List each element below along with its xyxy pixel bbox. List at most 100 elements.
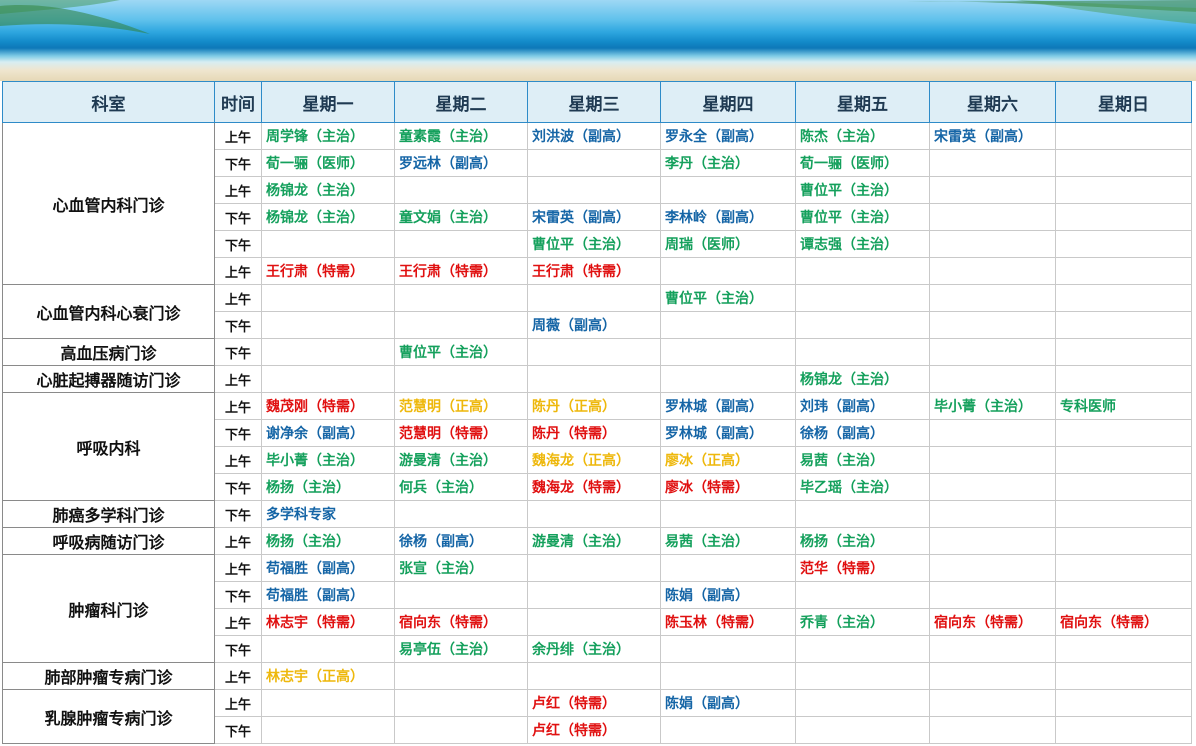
- schedule-cell: 魏海龙（正高）: [527, 446, 661, 474]
- schedule-cell: 谢净余（副高）: [261, 419, 395, 447]
- schedule-cell: 专科医师: [1055, 392, 1192, 420]
- header-friday: 星期五: [795, 81, 930, 123]
- header-sunday: 星期日: [1055, 81, 1192, 123]
- schedule-cell: 宋雷英（副高）: [929, 122, 1056, 150]
- schedule-cell: [394, 176, 528, 204]
- time-slot: 上午: [214, 554, 262, 582]
- schedule-cell: [261, 311, 395, 339]
- schedule-cell: [527, 581, 661, 609]
- schedule-cell: 罗林城（副高）: [660, 392, 796, 420]
- schedule-cell: [795, 689, 930, 717]
- schedule-cell: 曹位平（主治）: [795, 176, 930, 204]
- table-row: 心脏起搏器随访门诊 上午 杨锦龙（主治）: [2, 365, 1192, 393]
- schedule-cell: 毕小菁（主治）: [261, 446, 395, 474]
- time-slot: 上午: [214, 446, 262, 474]
- schedule-cell: 徐杨（副高）: [795, 419, 930, 447]
- schedule-cell: 刘玮（副高）: [795, 392, 930, 420]
- schedule-cell: 陈丹（特需）: [527, 419, 661, 447]
- schedule-cell: 杨锦龙（主治）: [261, 176, 395, 204]
- table-row: 肺癌多学科门诊 下午 多学科专家: [2, 500, 1192, 528]
- schedule-cell: [929, 662, 1056, 690]
- schedule-cell: 乔青（主治）: [795, 608, 930, 636]
- schedule-cell: [394, 689, 528, 717]
- schedule-cell: 廖冰（特需）: [660, 473, 796, 501]
- schedule-cell: 王行肃（特需）: [527, 257, 661, 285]
- schedule-cell: 林志宇（正高）: [261, 662, 395, 690]
- schedule-cell: [1055, 284, 1192, 312]
- time-slot: 下午: [214, 716, 262, 744]
- time-slot: 下午: [214, 311, 262, 339]
- time-slot: 下午: [214, 338, 262, 366]
- schedule-cell: [660, 662, 796, 690]
- schedule-cell: [261, 635, 395, 663]
- schedule-cell: 苟福胜（副高）: [261, 581, 395, 609]
- table-row: 肿瘤科门诊 上午 苟福胜（副高） 张宣（主治） 范华（特需）: [2, 554, 1192, 663]
- schedule-cell: 宿向东（特需）: [929, 608, 1056, 636]
- schedule-cell: [929, 176, 1056, 204]
- schedule-cell: 魏茂刚（特需）: [261, 392, 395, 420]
- schedule-cell: [1055, 365, 1192, 393]
- schedule-cell: 杨扬（主治）: [261, 473, 395, 501]
- schedule-cell: [527, 365, 661, 393]
- schedule-cell: [527, 554, 661, 582]
- schedule-cell: 范慧明（正高）: [394, 392, 528, 420]
- schedule-cell: 宿向东（特需）: [394, 608, 528, 636]
- schedule-cell: [1055, 311, 1192, 339]
- schedule-cell: [1055, 689, 1192, 717]
- schedule-cell: 毕乙瑶（主治）: [795, 473, 930, 501]
- schedule-cell: [929, 338, 1056, 366]
- schedule-cell: [929, 203, 1056, 231]
- schedule-cell: [1055, 203, 1192, 231]
- schedule-cell: 游曼清（主治）: [394, 446, 528, 474]
- schedule-cell: 范华（特需）: [795, 554, 930, 582]
- schedule-cell: [795, 338, 930, 366]
- schedule-cell: [929, 635, 1056, 663]
- schedule-cell: [660, 365, 796, 393]
- schedule-cell: 宋雷英（副高）: [527, 203, 661, 231]
- schedule-cell: [527, 284, 661, 312]
- schedule-cell: [660, 500, 796, 528]
- schedule-cell: [795, 500, 930, 528]
- schedule-cell: [527, 662, 661, 690]
- schedule-cell: [527, 338, 661, 366]
- time-slot: 上午: [214, 257, 262, 285]
- palm-leaf-left-icon: [0, 0, 150, 34]
- schedule-cell: [660, 257, 796, 285]
- schedule-cell: [929, 527, 1056, 555]
- schedule-cell: [394, 365, 528, 393]
- schedule-cell: [929, 419, 1056, 447]
- palm-leaf-right-icon: [906, 0, 1196, 24]
- schedule-cell: [1055, 527, 1192, 555]
- schedule-cell: 范慧明（特需）: [394, 419, 528, 447]
- schedule-cell: [1055, 419, 1192, 447]
- department-name: 呼吸内科: [2, 392, 215, 501]
- schedule-cell: [261, 716, 395, 744]
- schedule-cell: 林志宇（特需）: [261, 608, 395, 636]
- time-slot: 下午: [214, 635, 262, 663]
- department-name: 心血管内科心衰门诊: [2, 284, 215, 339]
- schedule-cell: [1055, 176, 1192, 204]
- schedule-cell: [929, 311, 1056, 339]
- department-name: 肿瘤科门诊: [2, 554, 215, 663]
- schedule-cell: 曹位平（主治）: [394, 338, 528, 366]
- table-row: 呼吸内科 上午 魏茂刚（特需） 范慧明（正高） 陈丹（正高） 罗林城（副高） 刘玮（副高）毕…: [2, 392, 1192, 501]
- time-slot: 上午: [214, 689, 262, 717]
- header-row: 科室 时间 星期一 星期二 星期三 星期四 星期五 星期六 星期日: [2, 81, 1192, 123]
- schedule-cell: [1055, 122, 1192, 150]
- schedule-cell: [394, 284, 528, 312]
- schedule-cell: [1055, 716, 1192, 744]
- schedule-cell: 曹位平（主治）: [795, 203, 930, 231]
- schedule-cell: [394, 500, 528, 528]
- schedule-cell: 杨锦龙（主治）: [261, 203, 395, 231]
- schedule-cell: [394, 230, 528, 258]
- schedule-cell: 多学科专家: [261, 500, 395, 528]
- time-slot: 下午: [214, 230, 262, 258]
- schedule-cell: [1055, 338, 1192, 366]
- header-wednesday: 星期三: [527, 81, 661, 123]
- schedule-cell: [1055, 149, 1192, 177]
- schedule-cell: 易茜（主治）: [660, 527, 796, 555]
- schedule-cell: 曹位平（主治）: [527, 230, 661, 258]
- schedule-cell: 刘洪波（副高）: [527, 122, 661, 150]
- schedule-cell: 易亭伍（主治）: [394, 635, 528, 663]
- time-slot: 下午: [214, 203, 262, 231]
